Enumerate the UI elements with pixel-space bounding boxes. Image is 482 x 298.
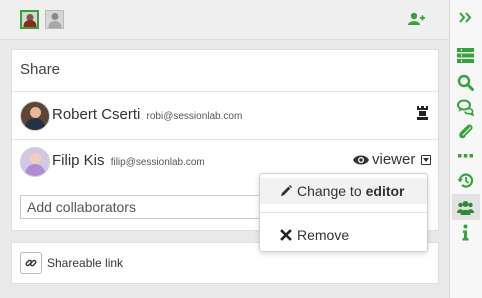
avatar-body (48, 21, 61, 28)
collaborator-email: robi@sessionlab.com (146, 111, 243, 122)
role-dropdown-menu: Change to editor Remove (259, 173, 428, 252)
collaborators-icon[interactable] (457, 199, 474, 216)
avatar-head (51, 13, 58, 20)
avatar (20, 101, 50, 131)
collaborator-name: Robert Cserti robi@sessionlab.com (52, 106, 242, 123)
list-icon[interactable] (457, 47, 474, 64)
eye-icon (353, 155, 369, 164)
shareable-link-label[interactable]: Shareable link (47, 256, 123, 270)
remove-item[interactable]: Remove (260, 222, 427, 248)
avatar-body (25, 118, 45, 130)
pencil-icon (281, 185, 292, 196)
user-avatar[interactable] (45, 10, 64, 29)
header-bar (0, 0, 449, 40)
collaborator-name-text: Robert Cserti (52, 106, 141, 123)
link-icon (25, 259, 37, 267)
close-icon (280, 229, 292, 241)
change-to-label: Change to (297, 183, 362, 199)
avatar (20, 147, 50, 177)
expand-icon[interactable] (457, 9, 474, 26)
link-button[interactable] (20, 252, 42, 274)
right-sidebar (449, 0, 482, 298)
avatar-body (23, 20, 36, 27)
collaborator-row: Robert Cserti robi@sessionlab.com (12, 91, 438, 140)
rook-owner-icon (417, 106, 428, 120)
add-person-icon[interactable] (408, 12, 425, 26)
avatar-head (30, 107, 41, 118)
caret-down-icon[interactable] (421, 154, 432, 165)
attachment-icon[interactable] (457, 123, 474, 140)
collaborator-name-text: Filip Kis (52, 152, 105, 169)
collaborator-email: filip@sessionlab.com (110, 157, 205, 168)
more-icon[interactable] (457, 147, 474, 164)
share-title: Share (20, 61, 61, 78)
collaborator-name: Filip Kis filip@sessionlab.com (52, 152, 205, 169)
change-to-editor-item[interactable]: Change to editor (260, 178, 427, 204)
role-label: viewer (372, 151, 416, 168)
avatar-head (30, 153, 41, 164)
search-icon[interactable] (457, 74, 474, 91)
role-selector[interactable]: viewer (353, 151, 432, 168)
menu-divider (260, 212, 427, 213)
remove-label: Remove (297, 227, 350, 243)
active-user-avatar[interactable] (20, 10, 39, 29)
target-role-label: editor (365, 183, 405, 199)
history-icon[interactable] (457, 172, 474, 189)
avatar-body (25, 164, 45, 176)
info-icon[interactable] (457, 224, 474, 241)
comments-icon[interactable] (457, 99, 474, 116)
